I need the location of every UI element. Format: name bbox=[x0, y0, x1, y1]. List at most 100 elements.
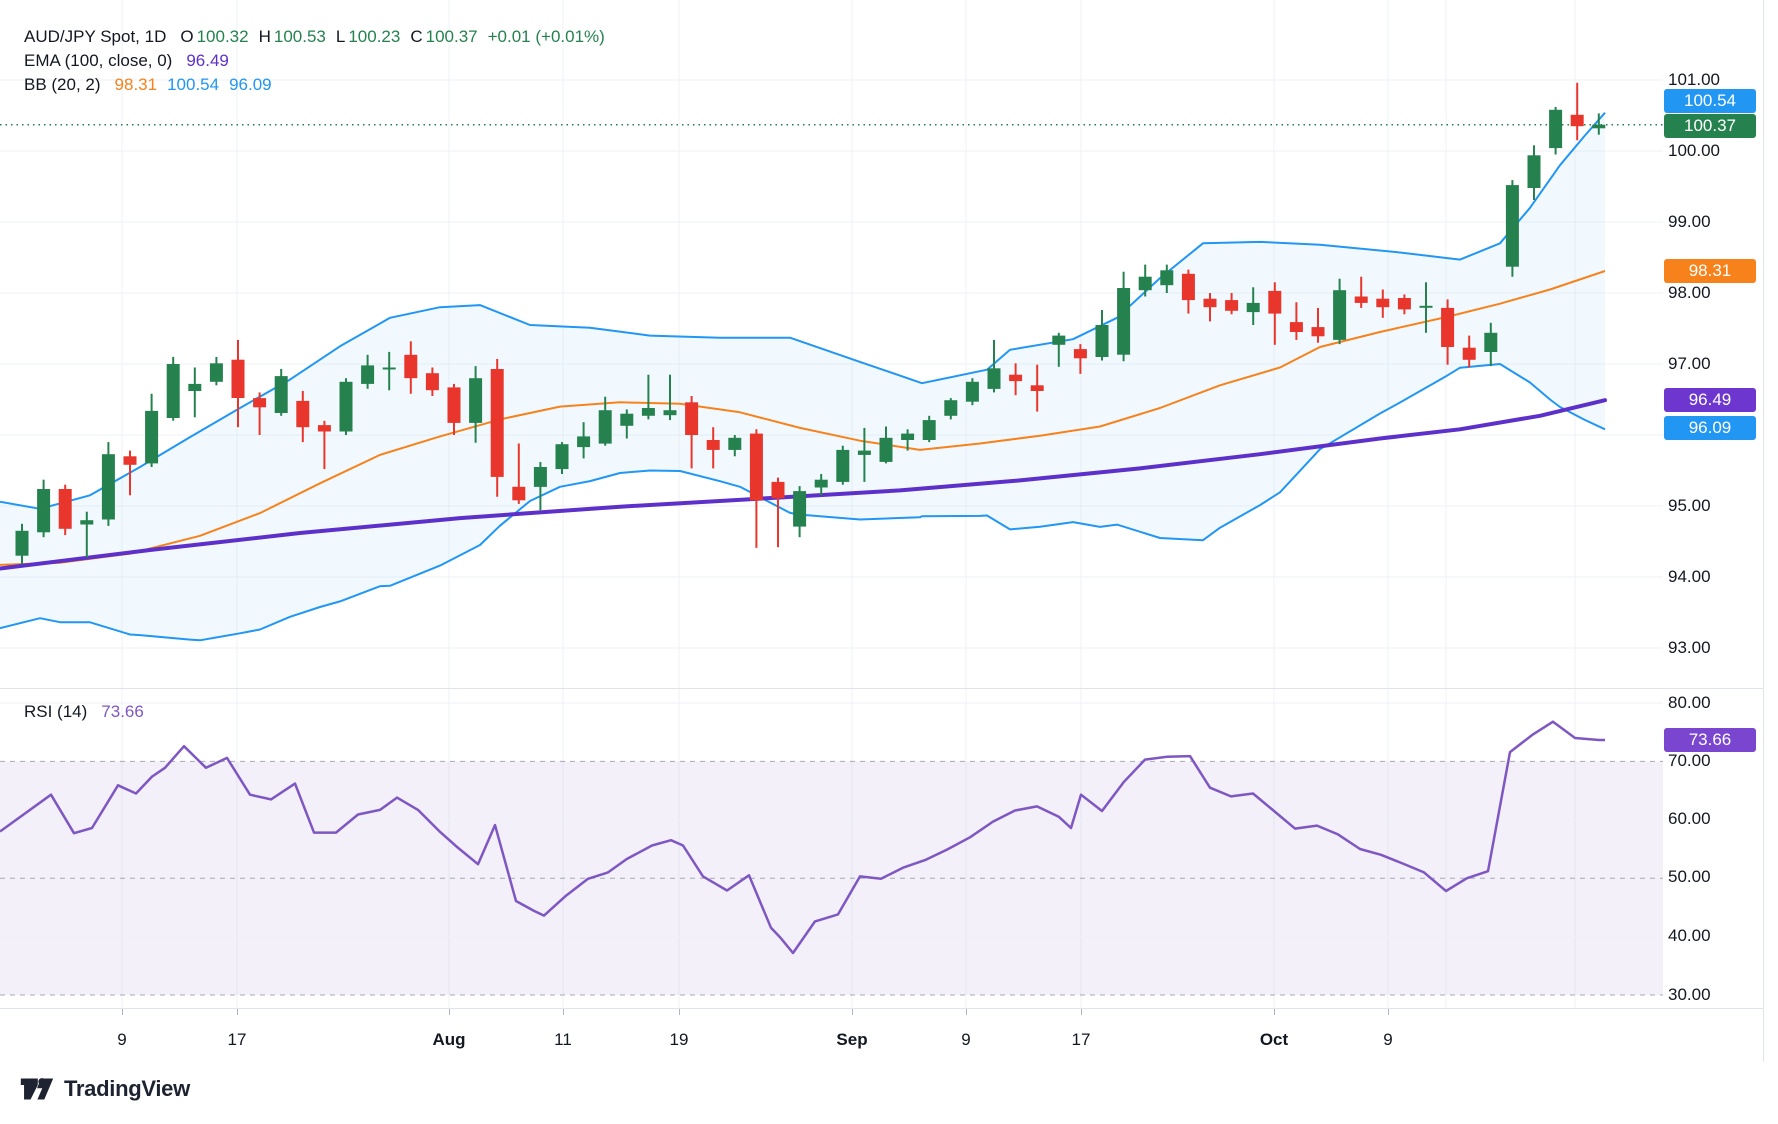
candle-body bbox=[512, 487, 525, 501]
candle-body bbox=[1549, 110, 1562, 148]
candle-body bbox=[577, 436, 590, 447]
candle-body bbox=[361, 365, 374, 384]
candle-body bbox=[340, 382, 353, 432]
candle-body bbox=[1139, 277, 1152, 291]
rsi-axis-label: 60.00 bbox=[1668, 807, 1768, 831]
time-axis-tick bbox=[449, 1009, 450, 1015]
price-axis-label: 99.00 bbox=[1668, 210, 1768, 234]
candle-body bbox=[1528, 155, 1541, 188]
candle-body bbox=[1074, 349, 1087, 358]
candle-body bbox=[275, 376, 288, 413]
time-axis-tick bbox=[237, 1009, 238, 1015]
candle-body bbox=[1031, 385, 1044, 391]
candle-body bbox=[534, 467, 547, 487]
candle-body bbox=[728, 438, 741, 450]
candle-body bbox=[1268, 291, 1281, 314]
candle-body bbox=[1204, 299, 1217, 308]
candle-body bbox=[1420, 306, 1433, 308]
price-badge-bb-basis: 98.31 bbox=[1664, 259, 1756, 283]
candle-body bbox=[1312, 327, 1325, 336]
price-axis-label: 100.00 bbox=[1668, 139, 1768, 163]
price-badge-last-price: 100.37 bbox=[1664, 114, 1756, 138]
price-badge-ema: 96.49 bbox=[1664, 388, 1756, 412]
candle-body bbox=[966, 382, 979, 402]
time-axis-tick bbox=[122, 1009, 123, 1015]
candle-body bbox=[210, 363, 223, 382]
time-axis-label: Sep bbox=[836, 1028, 867, 1052]
candle-body bbox=[1182, 274, 1195, 300]
candle-body bbox=[448, 387, 461, 423]
price-axis-label: 95.00 bbox=[1668, 494, 1768, 518]
time-axis-label: 9 bbox=[1383, 1028, 1392, 1052]
candle-body bbox=[901, 434, 914, 440]
candle-body bbox=[232, 360, 245, 398]
rsi-axis-label: 70.00 bbox=[1668, 749, 1768, 773]
candle-body bbox=[664, 410, 677, 415]
legend-item: 73.66 bbox=[101, 700, 144, 724]
time-axis-label: 17 bbox=[1072, 1028, 1091, 1052]
candle-body bbox=[1355, 297, 1368, 303]
legend-item: +0.01 (+0.01%) bbox=[488, 25, 605, 49]
legend-item: RSI (14) bbox=[24, 700, 87, 724]
time-axis-label: 9 bbox=[117, 1028, 126, 1052]
legend-item: L bbox=[336, 25, 345, 49]
legend-bb-row[interactable]: BB (20, 2)98.31100.5496.09 bbox=[24, 73, 272, 97]
candle-body bbox=[880, 438, 893, 462]
rsi-badge-value: 73.66 bbox=[1664, 728, 1756, 752]
tradingview-chart-app: AUD/JPY Spot, 1DO100.32H100.53L100.23C10… bbox=[0, 0, 1778, 1124]
legend-item: BB (20, 2) bbox=[24, 73, 101, 97]
candle-body bbox=[556, 444, 569, 469]
legend-item: 100.54 bbox=[167, 73, 219, 97]
candle-body bbox=[1441, 308, 1454, 347]
price-axis-label: 93.00 bbox=[1668, 636, 1768, 660]
candle-body bbox=[1052, 336, 1065, 345]
candle-body bbox=[1096, 325, 1109, 357]
candle-body bbox=[1571, 115, 1584, 126]
legend-item: C bbox=[410, 25, 422, 49]
candle-body bbox=[1290, 322, 1303, 332]
candle-body bbox=[685, 402, 698, 435]
legend-item: EMA (100, close, 0) bbox=[24, 49, 172, 73]
legend-item: 100.23 bbox=[348, 25, 400, 49]
candle-body bbox=[836, 450, 849, 482]
price-badge-bb-lower: 96.09 bbox=[1664, 416, 1756, 440]
candle-body bbox=[1009, 375, 1022, 381]
legend-symbol-row[interactable]: AUD/JPY Spot, 1DO100.32H100.53L100.23C10… bbox=[24, 25, 605, 49]
candle-body bbox=[620, 414, 633, 426]
chart-canvas[interactable] bbox=[0, 0, 1778, 1124]
candle-body bbox=[491, 369, 504, 477]
time-axis-tick bbox=[1274, 1009, 1275, 1015]
time-axis-border bbox=[0, 1008, 1763, 1009]
candle-body bbox=[469, 378, 482, 423]
candle-body bbox=[167, 364, 180, 418]
pane-divider[interactable] bbox=[0, 688, 1763, 689]
candle-body bbox=[80, 520, 93, 524]
candle-body bbox=[988, 368, 1001, 389]
legend-item: 100.37 bbox=[426, 25, 478, 49]
candle-body bbox=[404, 355, 417, 378]
candle-body bbox=[1484, 333, 1497, 352]
legend-ema-row[interactable]: EMA (100, close, 0) 96.49 bbox=[24, 49, 229, 73]
candle-body bbox=[1592, 125, 1605, 129]
legend-item: H bbox=[259, 25, 271, 49]
rsi-axis-label: 80.00 bbox=[1668, 691, 1768, 715]
time-axis-label: 9 bbox=[961, 1028, 970, 1052]
time-axis-label: 11 bbox=[554, 1028, 572, 1052]
candle-body bbox=[16, 531, 29, 556]
candle-body bbox=[1376, 299, 1389, 308]
legend-item: 96.09 bbox=[229, 73, 272, 97]
price-badge-bb-upper: 100.54 bbox=[1664, 89, 1756, 113]
candle-body bbox=[1333, 290, 1346, 340]
candle-body bbox=[1506, 185, 1519, 267]
candle-body bbox=[145, 411, 158, 464]
legend-item: 96.49 bbox=[186, 49, 229, 73]
tradingview-logo[interactable]: TradingView bbox=[20, 1076, 190, 1102]
legend-rsi-row[interactable]: RSI (14) 73.66 bbox=[24, 700, 144, 724]
price-axis-border bbox=[1763, 0, 1764, 1062]
candle-body bbox=[426, 373, 439, 390]
time-axis-label: 17 bbox=[228, 1028, 247, 1052]
time-axis-tick bbox=[966, 1009, 967, 1015]
candle-body bbox=[1398, 298, 1411, 309]
candle-body bbox=[124, 456, 137, 465]
tradingview-icon bbox=[20, 1077, 54, 1101]
